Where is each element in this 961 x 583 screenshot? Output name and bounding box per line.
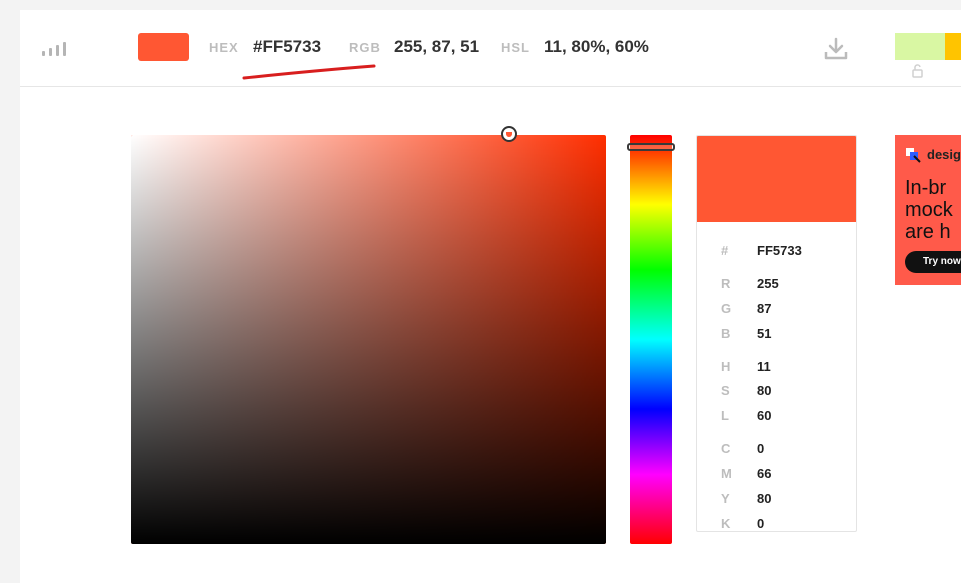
value-row-b: B 51	[721, 326, 772, 341]
hand-drawn-underline	[242, 64, 376, 80]
ad-brand: design	[927, 147, 961, 162]
hex-label: HEX	[209, 40, 239, 55]
value-row-y: Y 80	[721, 491, 772, 506]
ad-try-now-button[interactable]: Try now	[905, 251, 961, 273]
saturation-brightness-handle[interactable]	[501, 126, 517, 142]
color-values-panel: # FF5733 R 255 G 87 B 51 H 11 S 80 L 60 C0 M 66 …	[696, 135, 857, 532]
signal-bars-icon[interactable]	[42, 38, 68, 56]
color-picker-panel: HEX #FF5733 RGB 255, 87, 51 HSL 11, 80%,…	[20, 10, 961, 583]
value-row-g: G 87	[721, 301, 772, 316]
hue-slider-handle[interactable]	[627, 143, 675, 151]
download-icon[interactable]	[823, 37, 849, 61]
rgb-value[interactable]: 255, 87, 51	[394, 37, 479, 57]
hue-slider[interactable]	[630, 135, 672, 544]
value-row-r: R 255	[721, 276, 779, 291]
hsl-label: HSL	[501, 40, 530, 55]
saturation-brightness-area[interactable]	[131, 135, 606, 544]
value-row-h: H 11	[721, 359, 771, 374]
current-color-swatch[interactable]	[138, 33, 189, 61]
value-row-c: C0	[721, 441, 765, 456]
value-row-s: S 80	[721, 383, 772, 398]
value-row-hex: # FF5733	[721, 243, 802, 258]
color-preview	[697, 136, 856, 222]
ad-headline: In-br mock are h	[905, 177, 953, 243]
hex-value[interactable]: #FF5733	[253, 37, 321, 57]
palette-swatch-2[interactable]	[945, 33, 961, 60]
rgb-label: RGB	[349, 40, 381, 55]
advertisement-banner[interactable]: design In-br mock are h Try now	[895, 135, 961, 285]
value-row-m: M 66	[721, 466, 772, 481]
ad-logo-icon	[906, 148, 921, 163]
palette-swatch-1[interactable]	[895, 33, 945, 60]
value-row-l: L 60	[721, 408, 772, 423]
unlock-icon[interactable]	[910, 64, 926, 78]
value-row-k: K0	[721, 516, 765, 531]
color-summary-bar: HEX #FF5733 RGB 255, 87, 51 HSL 11, 80%,…	[20, 10, 961, 87]
page-gutter	[0, 46, 20, 583]
hsl-value[interactable]: 11, 80%, 60%	[544, 37, 649, 57]
